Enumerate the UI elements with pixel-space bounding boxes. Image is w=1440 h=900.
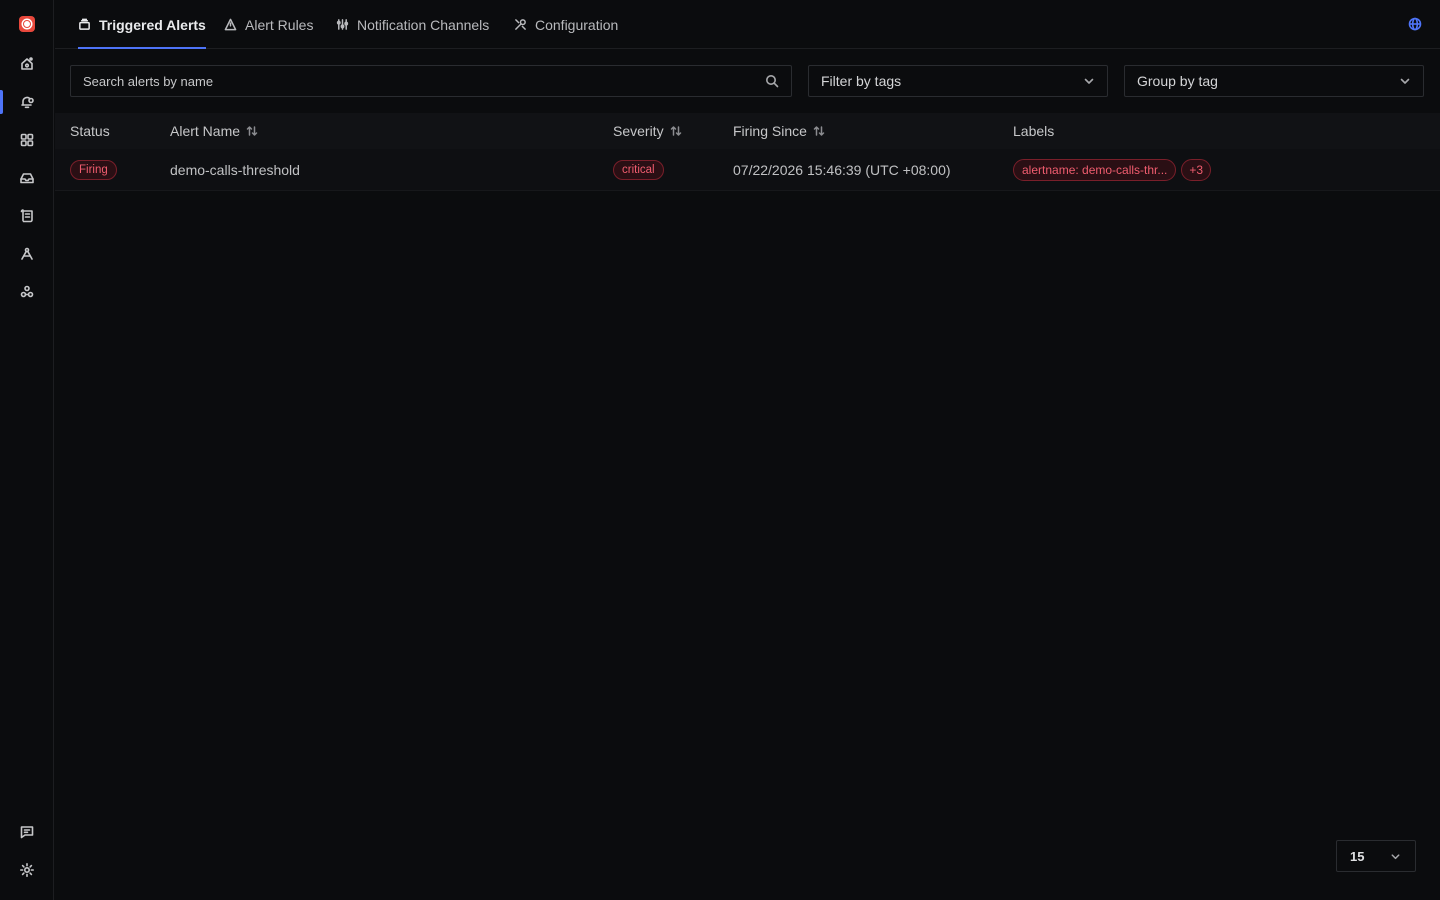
sort-icon[interactable] [813,125,825,137]
alert-rules-icon [224,18,237,31]
tab-label: Configuration [535,16,619,33]
status-badge: Firing [70,160,117,180]
main-content: Triggered Alerts Alert Rules Notificatio… [55,0,1440,900]
active-nav-indicator [0,90,3,114]
column-header-severity[interactable]: Severity [613,113,682,149]
logs-icon[interactable] [16,205,38,227]
search-input[interactable] [71,66,765,96]
infrastructure-icon[interactable] [16,167,38,189]
logo-icon[interactable] [19,16,35,32]
column-header-alert-name[interactable]: Alert Name [170,113,258,149]
support-chat-icon[interactable] [16,821,38,843]
traces-icon[interactable] [16,243,38,265]
sort-icon[interactable] [670,125,682,137]
labels-cell: alertname: demo-calls-thr... +3 [1013,149,1212,191]
alert-name-cell[interactable]: demo-calls-threshold [170,149,300,191]
column-label: Severity [613,123,664,139]
integrations-icon[interactable] [16,281,38,303]
notification-channels-icon [336,18,349,31]
column-label: Status [70,123,110,139]
severity-cell: critical [613,149,664,191]
chevron-down-icon [1390,851,1401,862]
sidebar [0,0,54,900]
firing-since-cell: 07/22/2026 15:46:39 (UTC +08:00) [733,149,951,191]
chevron-down-icon [1399,75,1411,87]
label-tag[interactable]: alertname: demo-calls-thr... [1013,159,1177,181]
tab-label: Triggered Alerts [99,16,206,33]
page-size-value: 15 [1350,848,1365,864]
more-labels-badge[interactable]: +3 [1181,159,1212,181]
dashboards-grid-icon[interactable] [16,129,38,151]
configuration-icon [514,18,527,31]
group-by-tag-select[interactable]: Group by tag [1124,65,1424,97]
table-row[interactable]: Firing demo-calls-threshold critical 07/… [55,149,1440,191]
alerts-bell-icon[interactable] [16,91,38,113]
group-label: Group by tag [1137,73,1218,89]
column-header-firing-since[interactable]: Firing Since [733,113,825,149]
tab-bar: Triggered Alerts Alert Rules Notificatio… [55,0,1440,49]
severity-badge: critical [613,160,664,180]
tab-configuration[interactable]: Configuration [514,0,618,49]
chevron-down-icon [1083,75,1095,87]
tab-label: Notification Channels [357,16,490,33]
column-header-status: Status [70,113,110,149]
page-size-select[interactable]: 15 [1336,840,1416,872]
filter-label: Filter by tags [821,73,902,89]
filter-by-tags-select[interactable]: Filter by tags [808,65,1108,97]
status-cell: Firing [70,149,117,191]
tab-triggered-alerts[interactable]: Triggered Alerts [78,0,206,49]
table-header: Status Alert Name Severity Firing Since … [55,113,1440,149]
triggered-alerts-icon [78,18,91,31]
tab-label: Alert Rules [245,16,314,33]
home-icon[interactable] [16,53,38,75]
search-box [70,65,792,97]
settings-gear-icon[interactable] [16,859,38,881]
firing-since-value: 07/22/2026 15:46:39 (UTC +08:00) [733,162,951,178]
globe-icon[interactable] [1408,17,1422,31]
sort-icon[interactable] [246,125,258,137]
tab-alert-rules[interactable]: Alert Rules [224,0,313,49]
search-icon[interactable] [765,74,779,88]
column-label: Firing Since [733,123,807,139]
tab-notification-channels[interactable]: Notification Channels [336,0,489,49]
column-header-labels: Labels [1013,113,1054,149]
alert-name[interactable]: demo-calls-threshold [170,162,300,178]
column-label: Labels [1013,123,1055,139]
column-label: Alert Name [170,123,241,139]
